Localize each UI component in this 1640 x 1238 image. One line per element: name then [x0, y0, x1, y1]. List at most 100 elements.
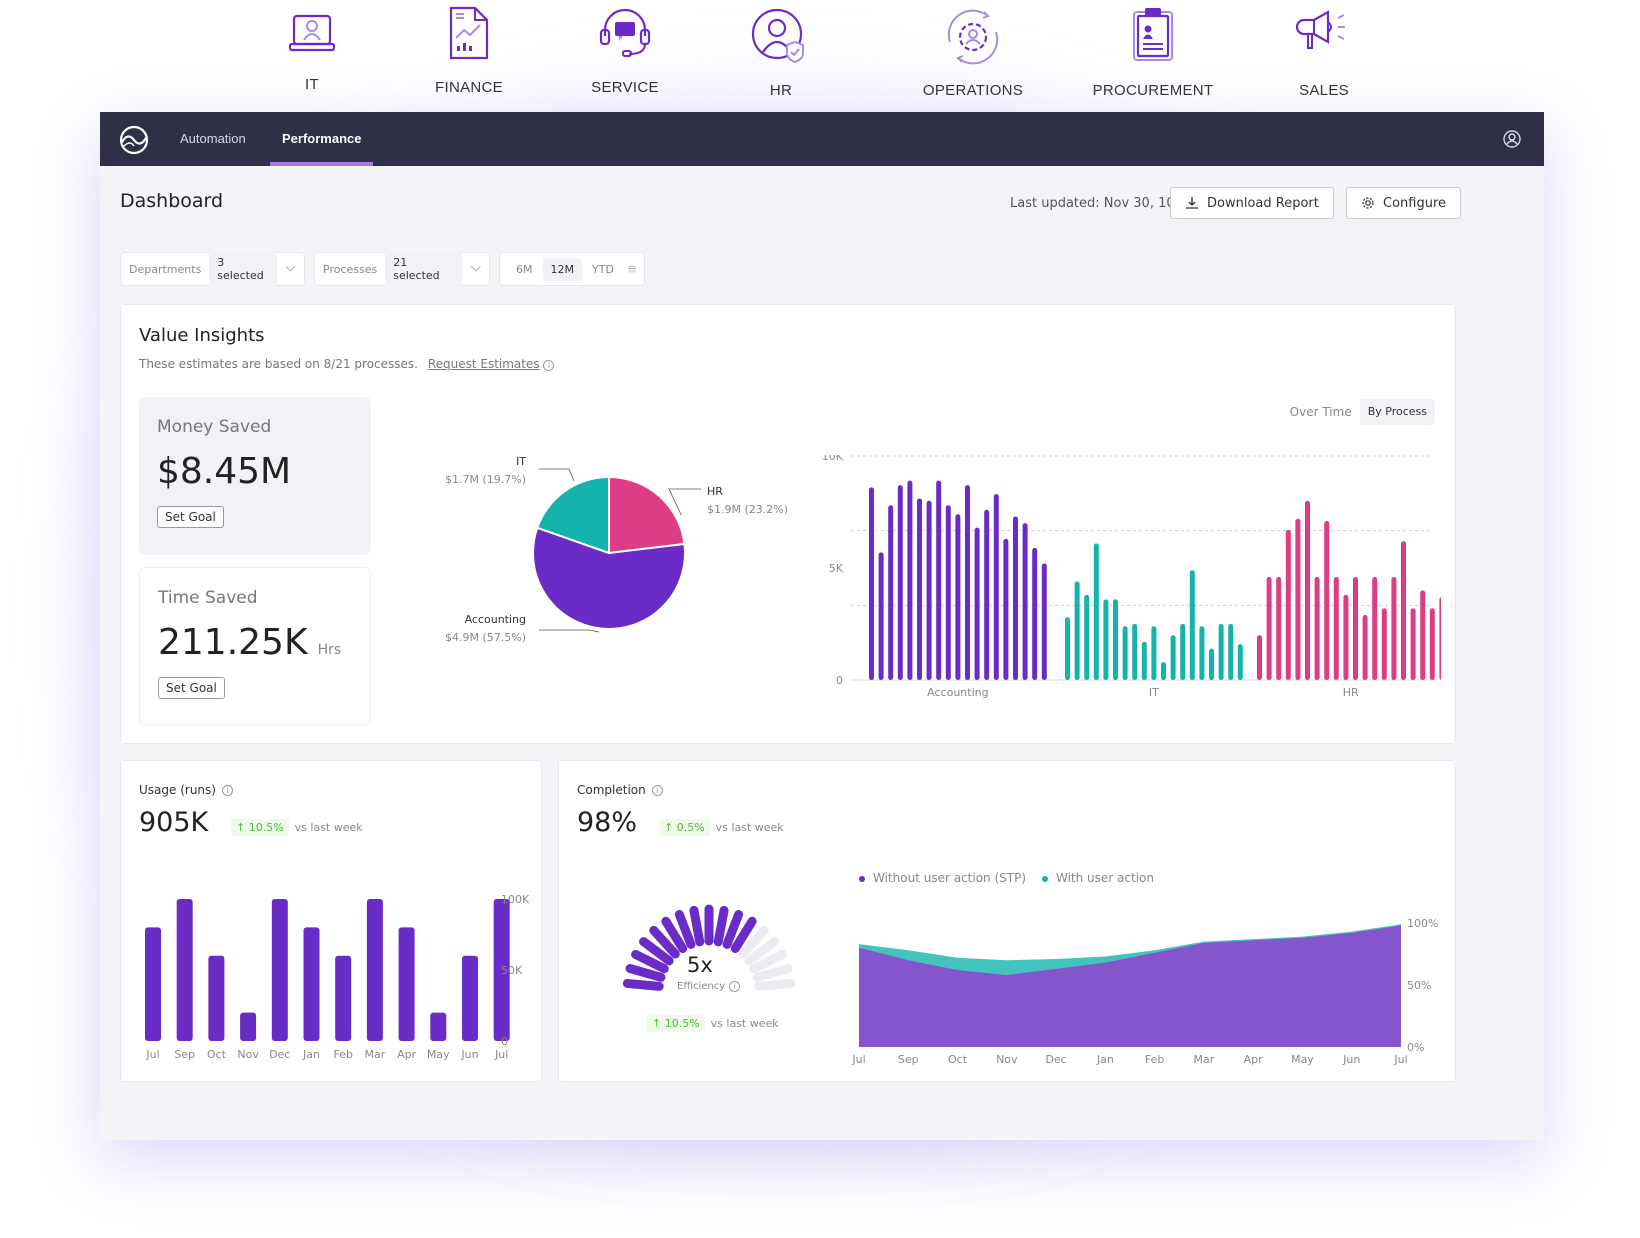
department-sales[interactable]: SALES [1244, 0, 1404, 99]
usage-delta: ↑ 10.5% vs last week [231, 819, 363, 836]
usage-bar [240, 1012, 257, 1041]
processes-filter[interactable]: Processes 21 selected [314, 251, 490, 287]
laptop-user-icon [288, 14, 336, 52]
gauge-delta-badge: ↑ 10.5% [647, 1015, 705, 1032]
y-tick-label: 10K [822, 455, 844, 463]
request-estimates-link[interactable]: Request Estimates [428, 357, 540, 371]
gauge-label: Efficiency i [677, 981, 741, 992]
x-tick-label: Dec [1045, 1053, 1066, 1066]
configure-button[interactable]: Configure [1346, 187, 1462, 219]
completion-delta: ↑ 0.5% vs last week [659, 819, 784, 836]
process-bar [907, 480, 913, 680]
money-set-goal-button[interactable]: Set Goal [157, 506, 224, 528]
brand-logo-icon[interactable] [118, 124, 150, 156]
department-label: IT [305, 76, 319, 93]
range-ytd-button[interactable]: YTD [584, 258, 622, 281]
money-saved-box: Money Saved $8.45M Set Goal [139, 397, 371, 555]
nav-tab-performance[interactable]: Performance [269, 112, 375, 166]
info-icon[interactable]: i [729, 981, 741, 992]
department-it[interactable]: IT [232, 0, 392, 93]
legend-label: With user action [1056, 871, 1154, 885]
usage-delta-suffix: vs last week [294, 821, 363, 834]
process-bar [926, 500, 932, 680]
nav-tab-automation[interactable]: Automation [180, 112, 246, 166]
process-bar [1180, 624, 1186, 680]
chevron-down-icon [285, 265, 296, 272]
y-tick-label: 50K [501, 964, 523, 977]
area-without-user-action [859, 925, 1401, 1047]
usage-bar-chart: Jul Sep Oct Nov Dec Jan Feb Mar Apr May Jun Jul050K… [145, 893, 530, 1061]
usage-bar [398, 927, 415, 1041]
process-bar [1041, 563, 1047, 680]
department-finance[interactable]: FINANCE [389, 0, 549, 96]
value-insights-title: Value Insights [139, 325, 265, 346]
department-label: OPERATIONS [922, 82, 1024, 99]
pie-value-label: $4.9M (57.5%) [445, 631, 526, 644]
completion-delta-badge: ↑ 0.5% [659, 819, 710, 836]
completion-title-text: Completion [577, 783, 646, 797]
info-icon[interactable]: i [543, 360, 555, 371]
process-bar [1141, 641, 1147, 680]
calendar-icon[interactable] [628, 262, 636, 276]
gauge-segment [689, 905, 705, 947]
y-tick-label: 0 [836, 674, 843, 687]
process-bar [1362, 615, 1368, 680]
department-operations[interactable]: OPERATIONS [893, 0, 1053, 99]
usage-delta-value: 10.5% [248, 821, 284, 834]
gauge-segment [752, 964, 793, 982]
value-insights-subtitle-text: These estimates are based on 8/21 proces… [139, 357, 418, 371]
department-label: FINANCE [435, 79, 503, 96]
department-service[interactable]: SERVICE [545, 0, 705, 96]
department-row: IT FINANCE SERVICE HR OPERATIONS PROCURE… [0, 0, 1640, 107]
departments-filter[interactable]: Departments 3 selected [120, 251, 305, 287]
gauge-delta: ↑ 10.5% vs last week [647, 1015, 779, 1032]
range-12m-button[interactable]: 12M [542, 257, 582, 281]
time-saved-value: 211.25K [158, 622, 308, 663]
process-bar [1132, 624, 1138, 680]
time-saved-label: Time Saved [158, 588, 258, 608]
department-hr[interactable]: HR [701, 0, 861, 99]
y-tick-label: 0 [501, 1035, 508, 1048]
app-window: Automation Performance Dashboard Last up… [100, 112, 1544, 1140]
process-bar [1199, 626, 1205, 680]
time-saved-box: Time Saved 211.25K Hrs Set Goal [139, 567, 371, 725]
usage-title: Usage (runs) i [139, 783, 233, 797]
info-icon[interactable]: i [651, 784, 663, 796]
process-bar [1429, 608, 1435, 680]
usage-delta-badge: ↑ 10.5% [231, 819, 289, 836]
by-process-toggle[interactable]: By Process [1359, 399, 1435, 425]
time-set-goal-button[interactable]: Set Goal [158, 677, 225, 699]
x-tick-label: Dec [269, 1048, 290, 1061]
y-tick-label: 0% [1407, 1041, 1424, 1054]
download-icon [1186, 197, 1198, 209]
range-6m-button[interactable]: 6M [508, 258, 541, 281]
value-insights-subtitle: These estimates are based on 8/21 proces… [139, 357, 555, 371]
info-icon[interactable]: i [221, 784, 233, 796]
x-tick-label: Jul [851, 1053, 865, 1066]
x-tick-label: Oct [207, 1048, 227, 1061]
x-tick-label: May [1291, 1053, 1314, 1066]
clipboard-icon [1133, 8, 1173, 61]
process-bar [1103, 599, 1109, 680]
legend-item-stp[interactable]: Without user action (STP) [859, 871, 1026, 885]
process-bar [1189, 570, 1195, 680]
process-bar [1372, 576, 1378, 680]
gauge-segment [713, 905, 729, 947]
download-report-button[interactable]: Download Report [1170, 187, 1334, 219]
view-toggle: Over Time By Process [1282, 399, 1435, 425]
process-bar [1161, 662, 1166, 680]
department-procurement[interactable]: PROCUREMENT [1073, 0, 1233, 99]
over-time-toggle[interactable]: Over Time [1282, 399, 1360, 425]
x-tick-label: Apr [1244, 1053, 1264, 1066]
pie-leader-line [539, 629, 600, 633]
legend-dot [1042, 875, 1048, 882]
process-bar [1276, 576, 1282, 680]
x-tick-label: Jan [1096, 1053, 1114, 1066]
process-bar [878, 552, 884, 680]
legend-item-user-action[interactable]: With user action [1042, 871, 1154, 885]
process-bar [1295, 518, 1301, 680]
process-bar [1151, 626, 1157, 680]
user-account-icon[interactable] [1502, 129, 1522, 149]
process-bar [1305, 500, 1310, 680]
completion-card: Completion i 98% ↑ 0.5% vs last week 5x … [558, 760, 1456, 1082]
